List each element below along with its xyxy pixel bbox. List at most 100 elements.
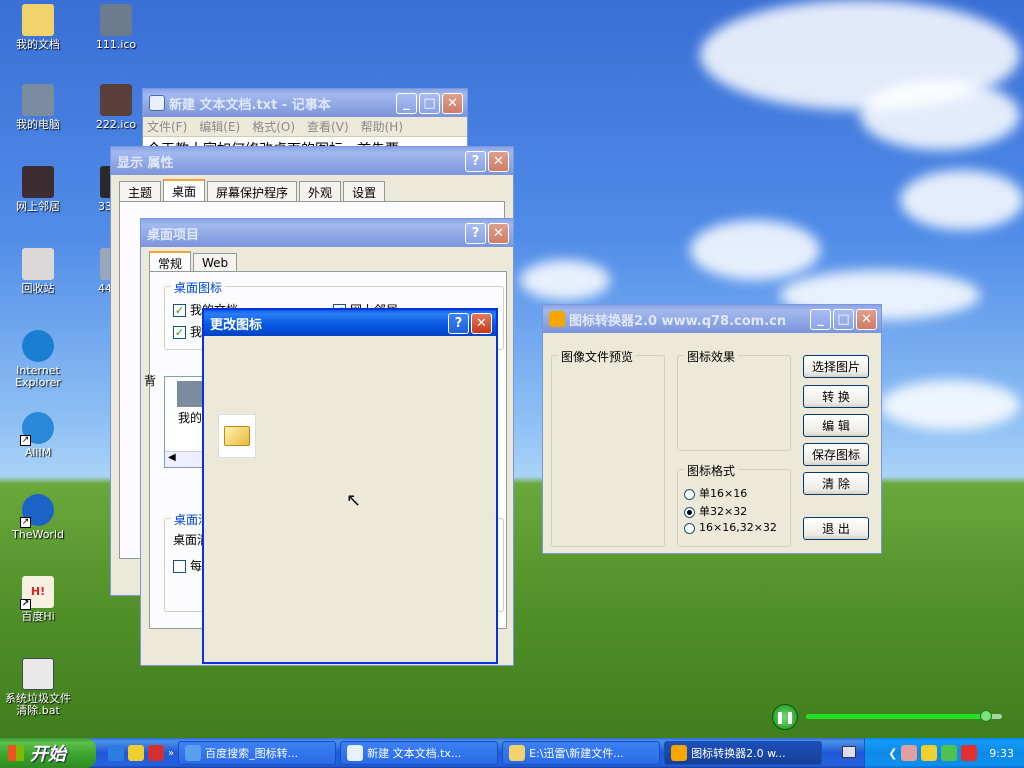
volume-knob[interactable]	[980, 710, 993, 722]
desktop-icon-baidu-hi[interactable]: H! ↗ 百度Hi	[0, 576, 76, 623]
desktop-icon-label: 111.ico	[95, 38, 137, 51]
shortcut-arrow-icon: ↗	[20, 435, 31, 446]
recycle-bin-icon	[22, 248, 54, 280]
icon-effect-group: 图标效果	[677, 348, 791, 451]
chevron-right-icon[interactable]: »	[168, 748, 174, 759]
menu-file[interactable]: 文件(F)	[147, 118, 187, 135]
save-icon-button[interactable]: 保存图标	[803, 443, 869, 466]
toolbox-quick-launch-icon[interactable]	[148, 745, 164, 761]
help-button[interactable]: ?	[465, 150, 486, 172]
close-button[interactable]: ✕	[856, 308, 877, 330]
taskbar: 开始 » 百度搜索_图标转... 新建 文本文档.tx... E:\迅雷\新建文…	[0, 738, 1024, 768]
folder-icon	[224, 426, 250, 446]
keyboard-icon[interactable]	[842, 746, 856, 758]
menu-view[interactable]: 查看(V)	[307, 118, 349, 135]
display-properties-tabs: 主题 桌面 屏幕保护程序 外观 设置	[111, 175, 513, 201]
tab-appearance[interactable]: 外观	[299, 181, 342, 201]
checkbox-checked[interactable]: ✓	[173, 304, 186, 317]
close-button[interactable]: ✕	[488, 222, 509, 244]
photo-icon	[100, 84, 132, 116]
close-button[interactable]: ✕	[471, 312, 492, 334]
taskbar-item-baidu[interactable]: 百度搜索_图标转...	[178, 741, 337, 765]
clear-button[interactable]: 清 除	[803, 472, 869, 495]
wallpaper-cloud	[900, 170, 1024, 230]
tab-settings[interactable]: 设置	[343, 181, 386, 201]
menu-edit[interactable]: 编辑(E)	[199, 118, 240, 135]
radio-button[interactable]	[684, 488, 695, 500]
convert-button[interactable]: 转 换	[803, 385, 869, 408]
volume-slider[interactable]	[806, 710, 1002, 722]
desktop-icon-network-places[interactable]: 网上邻居	[0, 166, 76, 213]
maximize-button[interactable]: □	[833, 308, 854, 330]
desktop-icon-44[interactable]: 44	[78, 248, 112, 295]
close-button[interactable]: ✕	[442, 92, 463, 114]
maximize-button[interactable]: □	[419, 92, 440, 114]
close-button[interactable]: ✕	[488, 150, 509, 172]
desktop-icon-my-computer[interactable]: 我的电脑	[0, 84, 76, 131]
edit-button[interactable]: 编 辑	[803, 414, 869, 437]
radio-button-selected[interactable]	[684, 506, 695, 518]
desktop-icon-label: 我的电脑	[16, 118, 60, 131]
qq-tray-icon[interactable]	[921, 745, 938, 761]
window-title: 图标转换器2.0 www.q78.com.cn	[569, 313, 787, 329]
aliim-icon: ↗	[20, 412, 54, 446]
window-title: 桌面项目	[147, 227, 200, 243]
exit-button[interactable]: 退 出	[803, 517, 869, 540]
icon-format-group: 图标格式 单16×16 单32×32 16×16,32×32	[677, 462, 791, 547]
taskbar-item-icon-converter[interactable]: 图标转换器2.0 w...	[664, 741, 823, 765]
menu-format[interactable]: 格式(O)	[252, 118, 295, 135]
antivirus-tray-icon[interactable]	[961, 745, 978, 761]
tab-themes[interactable]: 主题	[119, 181, 162, 201]
desktop-icon-internet-explorer[interactable]: Internet Explorer	[0, 330, 76, 389]
pause-icon[interactable]: ❚❚	[772, 704, 798, 730]
tab-general[interactable]: 常规	[149, 251, 192, 273]
minimize-button[interactable]: _	[810, 308, 831, 330]
desktop-items-titlebar[interactable]: 桌面项目 ? ✕	[141, 219, 513, 247]
start-label: 开始	[30, 744, 66, 765]
format-label: 单16×16	[699, 487, 748, 500]
icon-converter-window[interactable]: 图标转换器2.0 www.q78.com.cn _ □ ✕ 图像文件预览 图标效…	[542, 304, 882, 554]
taskbar-item-notepad[interactable]: 新建 文本文档.tx...	[340, 741, 499, 765]
chevron-left-icon[interactable]: ❮	[888, 747, 897, 760]
desktop-icon-111-ico[interactable]: 111.ico	[78, 4, 154, 51]
checkbox-checked[interactable]: ✓	[173, 326, 186, 339]
wallpaper-cloud	[520, 260, 610, 300]
qq-quick-launch-icon[interactable]	[128, 745, 144, 761]
desktop-icon-theworld[interactable]: ↗ TheWorld	[0, 494, 76, 541]
radio-button[interactable]	[684, 522, 695, 534]
taskbar-item-explorer[interactable]: E:\迅雷\新建文件...	[502, 741, 661, 765]
task-label: 图标转换器2.0 w...	[691, 747, 786, 760]
folder-icon	[509, 745, 526, 761]
help-button[interactable]: ?	[465, 222, 486, 244]
format-option-32[interactable]: 单32×32	[684, 503, 747, 519]
desktop-icon-recycle-bin[interactable]: 回收站	[0, 248, 76, 295]
desktop-icon-33[interactable]: 33	[78, 166, 112, 213]
icon-choice-item[interactable]	[218, 414, 256, 458]
help-button[interactable]: ?	[448, 312, 469, 334]
network-tray-icon[interactable]	[941, 745, 958, 761]
desktop-icon-my-documents[interactable]: 我的文档	[0, 4, 76, 51]
start-button[interactable]: 开始	[0, 738, 96, 768]
format-option-both[interactable]: 16×16,32×32	[684, 521, 777, 534]
format-option-16[interactable]: 单16×16	[684, 485, 747, 501]
tab-desktop[interactable]: 桌面	[163, 179, 206, 201]
mouse-cursor-icon: ↖	[346, 490, 362, 511]
browser-icon	[185, 745, 202, 761]
tab-screensaver[interactable]: 屏幕保护程序	[207, 181, 298, 201]
change-icon-dialog[interactable]: 更改图标 ? ✕ ↖	[202, 308, 498, 664]
select-image-button[interactable]: 选择图片	[803, 355, 869, 378]
notepad-titlebar[interactable]: 新建 文本文档.txt - 记事本 _ □ ✕	[143, 89, 467, 117]
icon-converter-titlebar[interactable]: 图标转换器2.0 www.q78.com.cn _ □ ✕	[543, 305, 881, 333]
tray-app-icon[interactable]	[901, 745, 918, 761]
change-icon-titlebar[interactable]: 更改图标 ? ✕	[204, 310, 496, 336]
minimize-button[interactable]: _	[396, 92, 417, 114]
shortcut-arrow-icon: ↗	[20, 599, 31, 610]
checkbox-unchecked[interactable]	[173, 560, 186, 573]
desktop-icon-cleanup-bat[interactable]: 系统垃圾文件清除.bat	[0, 658, 76, 717]
display-properties-titlebar[interactable]: 显示 属性 ? ✕	[111, 147, 513, 175]
check-run-cleanup[interactable]: 每	[173, 557, 202, 574]
tab-web[interactable]: Web	[193, 253, 238, 273]
menu-help[interactable]: 帮助(H)	[361, 118, 403, 135]
desktop-icon-aliim[interactable]: ↗ AliIM	[0, 412, 76, 459]
ie-quick-launch-icon[interactable]	[108, 745, 124, 761]
